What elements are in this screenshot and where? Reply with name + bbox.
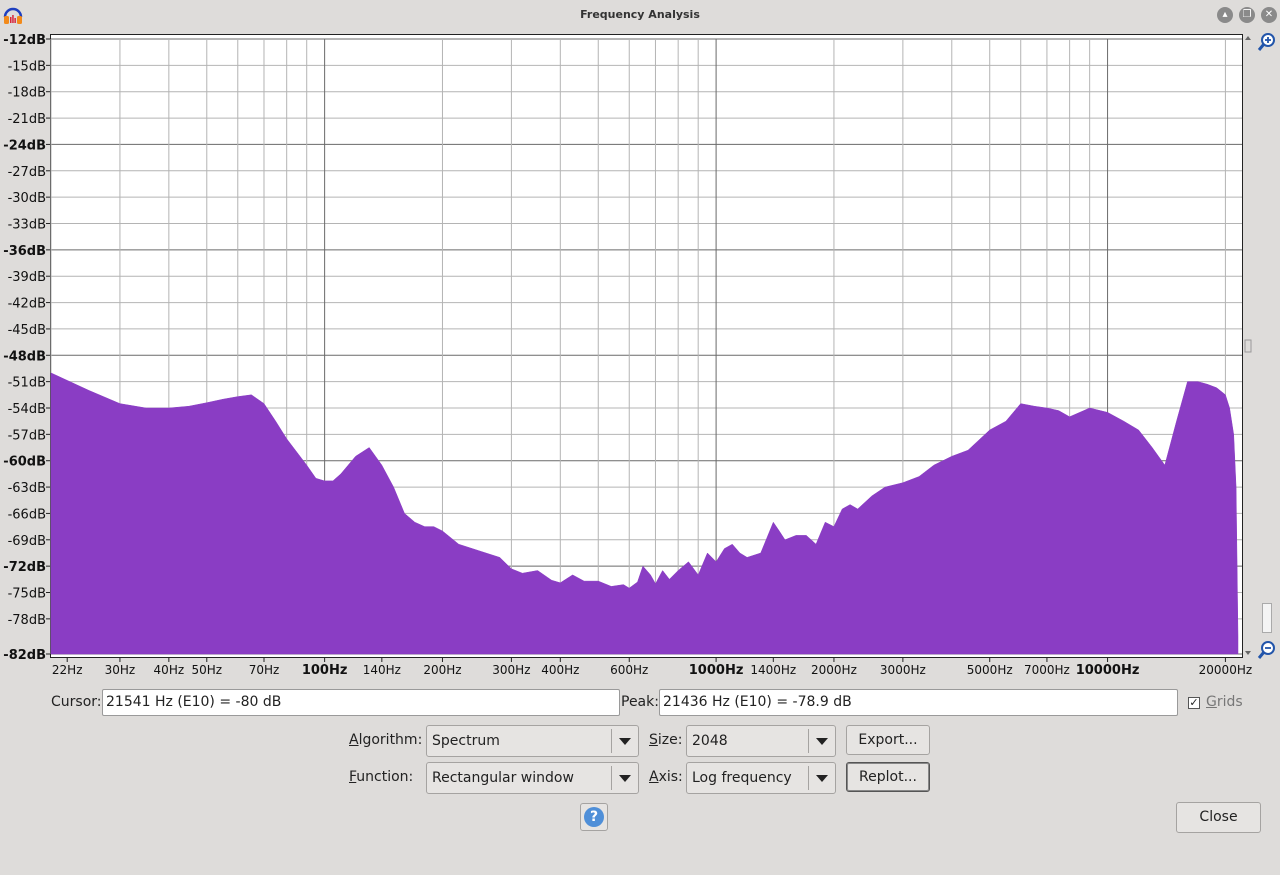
x-tick-label: 200Hz — [423, 663, 461, 677]
x-tick-label: 140Hz — [363, 663, 401, 677]
y-tick-label: -82dB — [3, 648, 46, 663]
y-tick-label: -57dB — [8, 428, 46, 443]
x-tick-label: 22Hz — [52, 663, 83, 677]
x-tick-label: 20000Hz — [1199, 663, 1253, 677]
x-tick-label: 7000Hz — [1024, 663, 1070, 677]
function-select-divider — [611, 766, 612, 790]
x-tick-label: 70Hz — [249, 663, 280, 677]
y-tick-label: -75dB — [8, 587, 46, 602]
algorithm-label-first-letter: A — [349, 732, 359, 748]
y-tick-label: -60dB — [3, 455, 46, 470]
y-tick-label: -72dB — [3, 560, 46, 575]
algorithm-label: Algorithm: — [349, 732, 423, 748]
zoom-in-icon[interactable] — [1257, 32, 1277, 52]
grids-checkbox[interactable]: ✓ — [1188, 697, 1200, 709]
y-tick-label: -33dB — [8, 218, 46, 233]
axis-value: Log frequency — [692, 770, 792, 786]
replot-button[interactable]: Replot... — [846, 762, 930, 792]
size-select[interactable]: 2048 — [686, 725, 836, 757]
x-tick-label: 600Hz — [610, 663, 648, 677]
cursor-label: Cursor: — [51, 694, 102, 710]
cursor-readout[interactable]: 21541 Hz (E10) = -80 dB — [102, 689, 620, 716]
function-label: Function: — [349, 769, 414, 785]
y-tick-label: -15dB — [8, 59, 46, 74]
axis-label: Axis: — [649, 769, 683, 785]
help-icon: ? — [584, 807, 604, 827]
y-tick-label: -21dB — [8, 112, 46, 127]
algorithm-value: Spectrum — [432, 733, 500, 749]
close-button-label: Close — [1199, 809, 1238, 825]
size-value: 2048 — [692, 733, 728, 749]
zoom-out-icon[interactable] — [1257, 640, 1277, 660]
y-tick-label: -51dB — [8, 376, 46, 391]
vertical-scrollbar[interactable] — [1243, 34, 1253, 658]
size-label-first-letter: S — [649, 732, 658, 748]
y-tick-label: -18dB — [8, 86, 46, 101]
y-tick-label: -39dB — [8, 270, 46, 285]
help-button[interactable]: ? — [580, 803, 608, 831]
function-value: Rectangular window — [432, 770, 574, 786]
size-label: Size: — [649, 732, 683, 748]
y-tick-label: -54dB — [8, 402, 46, 417]
export-button-label: Export... — [858, 732, 918, 748]
function-select[interactable]: Rectangular window — [426, 762, 639, 794]
y-tick-label: -24dB — [3, 138, 46, 153]
grids-label: Grids — [1206, 694, 1243, 710]
y-tick-label: -63dB — [8, 481, 46, 496]
x-tick-label: 3000Hz — [880, 663, 926, 677]
x-tick-label: 300Hz — [492, 663, 530, 677]
axis-select-divider — [808, 766, 809, 790]
algorithm-select-divider — [611, 729, 612, 753]
x-tick-label: 2000Hz — [811, 663, 857, 677]
y-tick-label: -42dB — [8, 297, 46, 312]
x-tick-label: 10000Hz — [1076, 663, 1140, 678]
y-tick-label: -45dB — [8, 323, 46, 338]
x-tick-label: 1400Hz — [750, 663, 796, 677]
replot-button-label: Replot... — [859, 769, 917, 785]
y-tick-label: -12dB — [3, 33, 46, 48]
y-tick-label: -69dB — [8, 534, 46, 549]
x-tick-label: 5000Hz — [967, 663, 1013, 677]
chevron-down-icon — [619, 738, 631, 745]
algorithm-select[interactable]: Spectrum — [426, 725, 639, 757]
export-button[interactable]: Export... — [846, 725, 930, 755]
x-tick-label: 100Hz — [302, 663, 348, 678]
chevron-down-icon — [816, 738, 828, 745]
grids-label-first-letter: G — [1206, 694, 1217, 710]
axis-label-first-letter: A — [649, 769, 659, 785]
y-tick-label: -78dB — [8, 613, 46, 628]
x-tick-label: 40Hz — [154, 663, 185, 677]
function-label-first-letter: F — [349, 769, 357, 785]
x-tick-label: 1000Hz — [689, 663, 744, 678]
chevron-down-icon — [619, 775, 631, 782]
spectrum-chart: -12dB -15dB -18dB -21dB -24dB -27dB -30dB -33dB… — [3, 33, 1253, 678]
chevron-down-icon — [816, 775, 828, 782]
peak-readout[interactable]: 21436 Hz (E10) = -78.9 dB — [659, 689, 1178, 716]
y-tick-label: -36dB — [3, 244, 46, 259]
y-tick-label: -27dB — [8, 165, 46, 180]
x-tick-label: 50Hz — [191, 663, 222, 677]
x-tick-label: 30Hz — [105, 663, 136, 677]
zoom-slider[interactable] — [1262, 603, 1272, 633]
peak-label: Peak: — [621, 694, 659, 710]
axis-select[interactable]: Log frequency — [686, 762, 836, 794]
x-tick-label: 400Hz — [541, 663, 579, 677]
y-tick-label: -66dB — [8, 507, 46, 522]
close-button[interactable]: Close — [1176, 802, 1261, 833]
y-tick-label: -30dB — [8, 191, 46, 206]
y-tick-label: -48dB — [3, 349, 46, 364]
size-select-divider — [808, 729, 809, 753]
